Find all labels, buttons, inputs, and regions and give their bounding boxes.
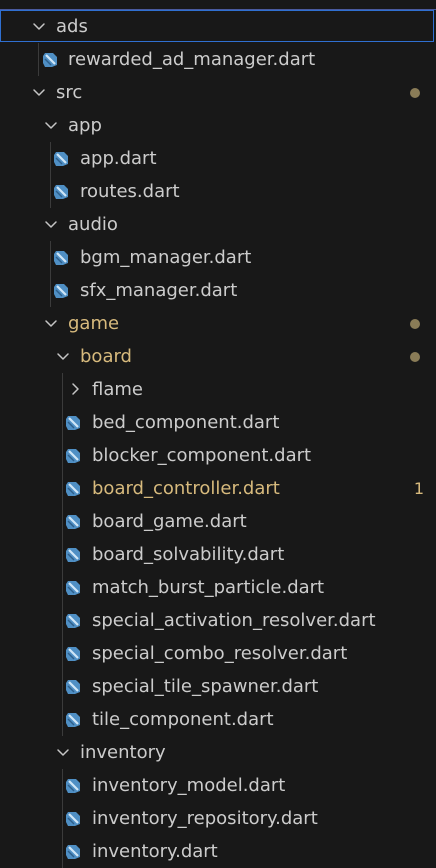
dart-file-icon [52, 249, 70, 267]
file-item[interactable]: board_game.dart [0, 505, 436, 538]
dart-file-icon [64, 678, 82, 696]
item-label: inventory_model.dart [92, 775, 286, 796]
dart-file-icon [64, 777, 82, 795]
file-item[interactable]: sfx_manager.dart [0, 274, 436, 307]
item-label: board_controller.dart [92, 478, 280, 499]
indent-guide [62, 373, 63, 736]
item-label: rewarded_ad_manager.dart [68, 49, 316, 70]
file-item[interactable]: bed_component.dart [0, 406, 436, 439]
item-label: app.dart [80, 148, 157, 169]
item-label: inventory_repository.dart [92, 808, 318, 829]
file-item[interactable]: bgm_manager.dart [0, 241, 436, 274]
file-item[interactable]: inventory.dart [0, 835, 436, 868]
dart-file-icon [64, 414, 82, 432]
dart-file-icon [64, 480, 82, 498]
file-item[interactable]: board_solvability.dart [0, 538, 436, 571]
item-label: game [68, 313, 120, 334]
indent-guide [50, 142, 51, 208]
item-label: audio [68, 214, 118, 235]
dart-file-icon [64, 447, 82, 465]
chevron-right-icon[interactable] [67, 381, 83, 397]
item-label: routes.dart [80, 181, 180, 202]
item-label: bed_component.dart [92, 412, 280, 433]
indent-guide [62, 769, 63, 868]
item-label: app [68, 115, 102, 136]
chevron-down-icon[interactable] [43, 315, 59, 331]
indent-guide [38, 43, 39, 76]
file-explorer-tree: ads rewarded_ad_manager.dartsrc app app.dar… [0, 10, 436, 868]
chevron-down-icon[interactable] [31, 18, 47, 34]
dart-file-icon [64, 810, 82, 828]
item-label: match_burst_particle.dart [92, 577, 325, 598]
indent-guide [50, 241, 51, 307]
file-item[interactable]: special_combo_resolver.dart [0, 637, 436, 670]
modified-dot-icon [410, 319, 420, 329]
item-label: inventory.dart [92, 841, 218, 862]
folder-item[interactable]: flame [0, 373, 436, 406]
file-item[interactable]: inventory_repository.dart [0, 802, 436, 835]
chevron-down-icon[interactable] [43, 117, 59, 133]
file-item[interactable]: inventory_model.dart [0, 769, 436, 802]
item-label: board_game.dart [92, 511, 247, 532]
chevron-down-icon[interactable] [55, 744, 71, 760]
file-item[interactable]: special_activation_resolver.dart [0, 604, 436, 637]
folder-item[interactable]: ads [0, 10, 436, 43]
dart-file-icon [64, 612, 82, 630]
item-label: special_combo_resolver.dart [92, 643, 348, 664]
item-label: blocker_component.dart [92, 445, 312, 466]
dart-file-icon [64, 843, 82, 861]
file-item[interactable]: board_controller.dart 1 [0, 472, 436, 505]
file-item[interactable]: rewarded_ad_manager.dart [0, 43, 436, 76]
item-label: board [80, 346, 132, 367]
item-label: board_solvability.dart [92, 544, 285, 565]
item-label: tile_component.dart [92, 709, 274, 730]
folder-item[interactable]: audio [0, 208, 436, 241]
item-label: flame [92, 379, 143, 400]
dart-file-icon [52, 282, 70, 300]
dart-file-icon [52, 183, 70, 201]
chevron-down-icon[interactable] [31, 84, 47, 100]
folder-item[interactable]: board [0, 340, 436, 373]
dart-file-icon [52, 150, 70, 168]
folder-item[interactable]: inventory [0, 736, 436, 769]
item-label: special_activation_resolver.dart [92, 610, 376, 631]
chevron-down-icon[interactable] [55, 348, 71, 364]
file-item[interactable]: special_tile_spawner.dart [0, 670, 436, 703]
item-label: src [56, 82, 83, 103]
file-item[interactable]: blocker_component.dart [0, 439, 436, 472]
modified-dot-icon [410, 88, 420, 98]
dart-file-icon [41, 51, 59, 69]
folder-item[interactable]: app [0, 109, 436, 142]
item-label: ads [56, 16, 88, 37]
modified-dot-icon [410, 352, 420, 362]
problem-count-badge: 1 [413, 479, 424, 498]
folder-item[interactable]: game [0, 307, 436, 340]
folder-item[interactable]: src [0, 76, 436, 109]
dart-file-icon [64, 513, 82, 531]
item-label: special_tile_spawner.dart [92, 676, 319, 697]
item-label: inventory [80, 742, 166, 763]
dart-file-icon [64, 579, 82, 597]
file-item[interactable]: routes.dart [0, 175, 436, 208]
item-label: bgm_manager.dart [80, 247, 252, 268]
item-label: sfx_manager.dart [80, 280, 238, 301]
chevron-down-icon[interactable] [43, 216, 59, 232]
dart-file-icon [64, 711, 82, 729]
dart-file-icon [64, 645, 82, 663]
file-item[interactable]: tile_component.dart [0, 703, 436, 736]
file-item[interactable]: match_burst_particle.dart [0, 571, 436, 604]
file-item[interactable]: app.dart [0, 142, 436, 175]
dart-file-icon [64, 546, 82, 564]
